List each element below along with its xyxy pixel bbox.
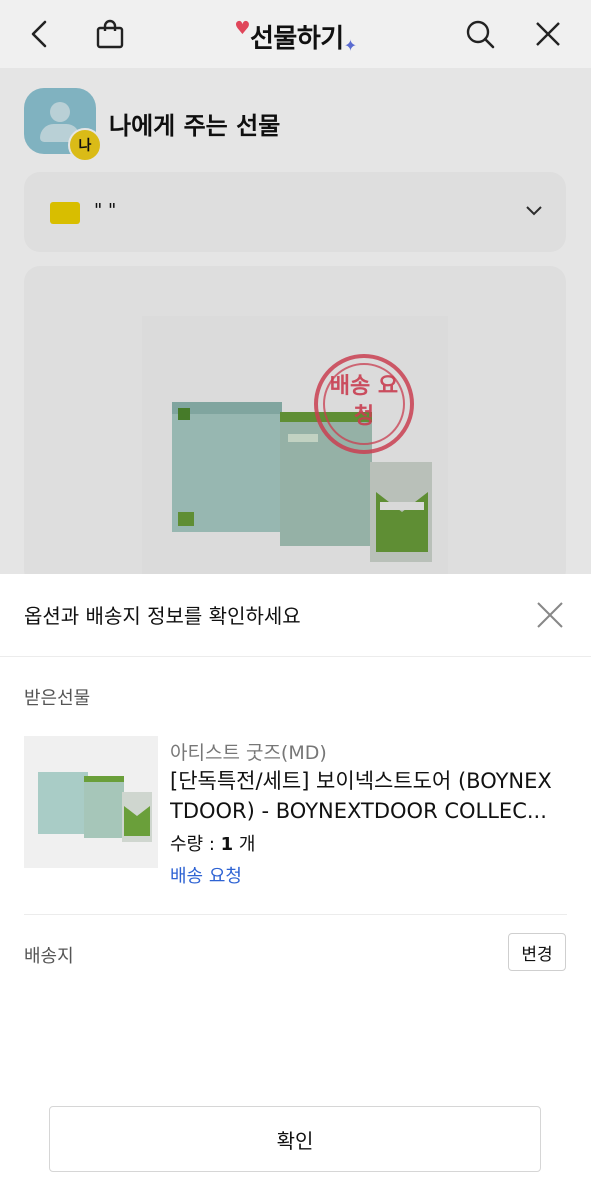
heart-decoration-icon: ♥: [234, 18, 251, 39]
address-label: 배송지: [24, 946, 74, 967]
chevron-down-icon: [526, 206, 542, 216]
sheet-title: 옵션과 배송지 정보를 확인하세요: [24, 604, 301, 628]
product-title-line1: [단독특전/세트] 보이넥스트도어 (BOYNEX: [170, 769, 552, 793]
product-card: 배송 요청: [24, 266, 566, 586]
message-card-chip: [50, 202, 80, 224]
product-quantity: 수량 : 1 개: [170, 830, 255, 856]
recipient-row: 나 나에게 주는 선물: [24, 88, 564, 162]
avatar-head: [50, 102, 70, 122]
divider: [0, 656, 591, 657]
product-thumbnail: [24, 736, 158, 868]
change-address-button[interactable]: 변경: [508, 933, 566, 971]
search-icon: [466, 20, 495, 49]
message-card[interactable]: " ": [24, 172, 566, 252]
me-badge: 나: [68, 128, 102, 162]
close-icon: [536, 22, 560, 46]
product-image: 배송 요청: [142, 316, 448, 586]
divider: [24, 914, 567, 915]
top-bar: ♥선물하기✦: [0, 0, 591, 68]
sheet-close-button[interactable]: [535, 600, 565, 630]
page-title-text: 선물하기: [250, 24, 344, 54]
product-category: 아티스트 굿즈(MD): [170, 742, 327, 764]
page-title: ♥선물하기✦: [0, 18, 591, 55]
received-gift-label: 받은선물: [24, 688, 91, 709]
quantity-value: 1: [220, 834, 234, 855]
delivery-request-stamp: 배송 요청: [329, 374, 399, 429]
bottom-sheet: 옵션과 배송지 정보를 확인하세요 받은선물 아티스트 굿즈(MD) [단독특전…: [0, 574, 591, 1200]
quantity-unit: 개: [233, 834, 256, 855]
close-button[interactable]: [528, 14, 568, 54]
product-title[interactable]: [단독특전/세트] 보이넥스트도어 (BOYNEX TDOOR) - BOYNE…: [170, 766, 570, 826]
confirm-button[interactable]: 확인: [49, 1106, 541, 1172]
delivery-status: 배송 요청: [170, 866, 242, 887]
quantity-label: 수량 :: [170, 834, 221, 855]
product-title-line2: TDOOR) - BOYNEXTDOOR COLLEC...: [170, 799, 547, 823]
product-thumbnail-illustration: [38, 772, 152, 842]
product-illustration: [172, 354, 432, 562]
message-text: " ": [94, 200, 117, 221]
recipient-name: 나에게 주는 선물: [109, 112, 281, 140]
search-button[interactable]: [460, 14, 500, 54]
star-decoration-icon: ✦: [343, 36, 357, 55]
close-icon: [537, 602, 563, 628]
